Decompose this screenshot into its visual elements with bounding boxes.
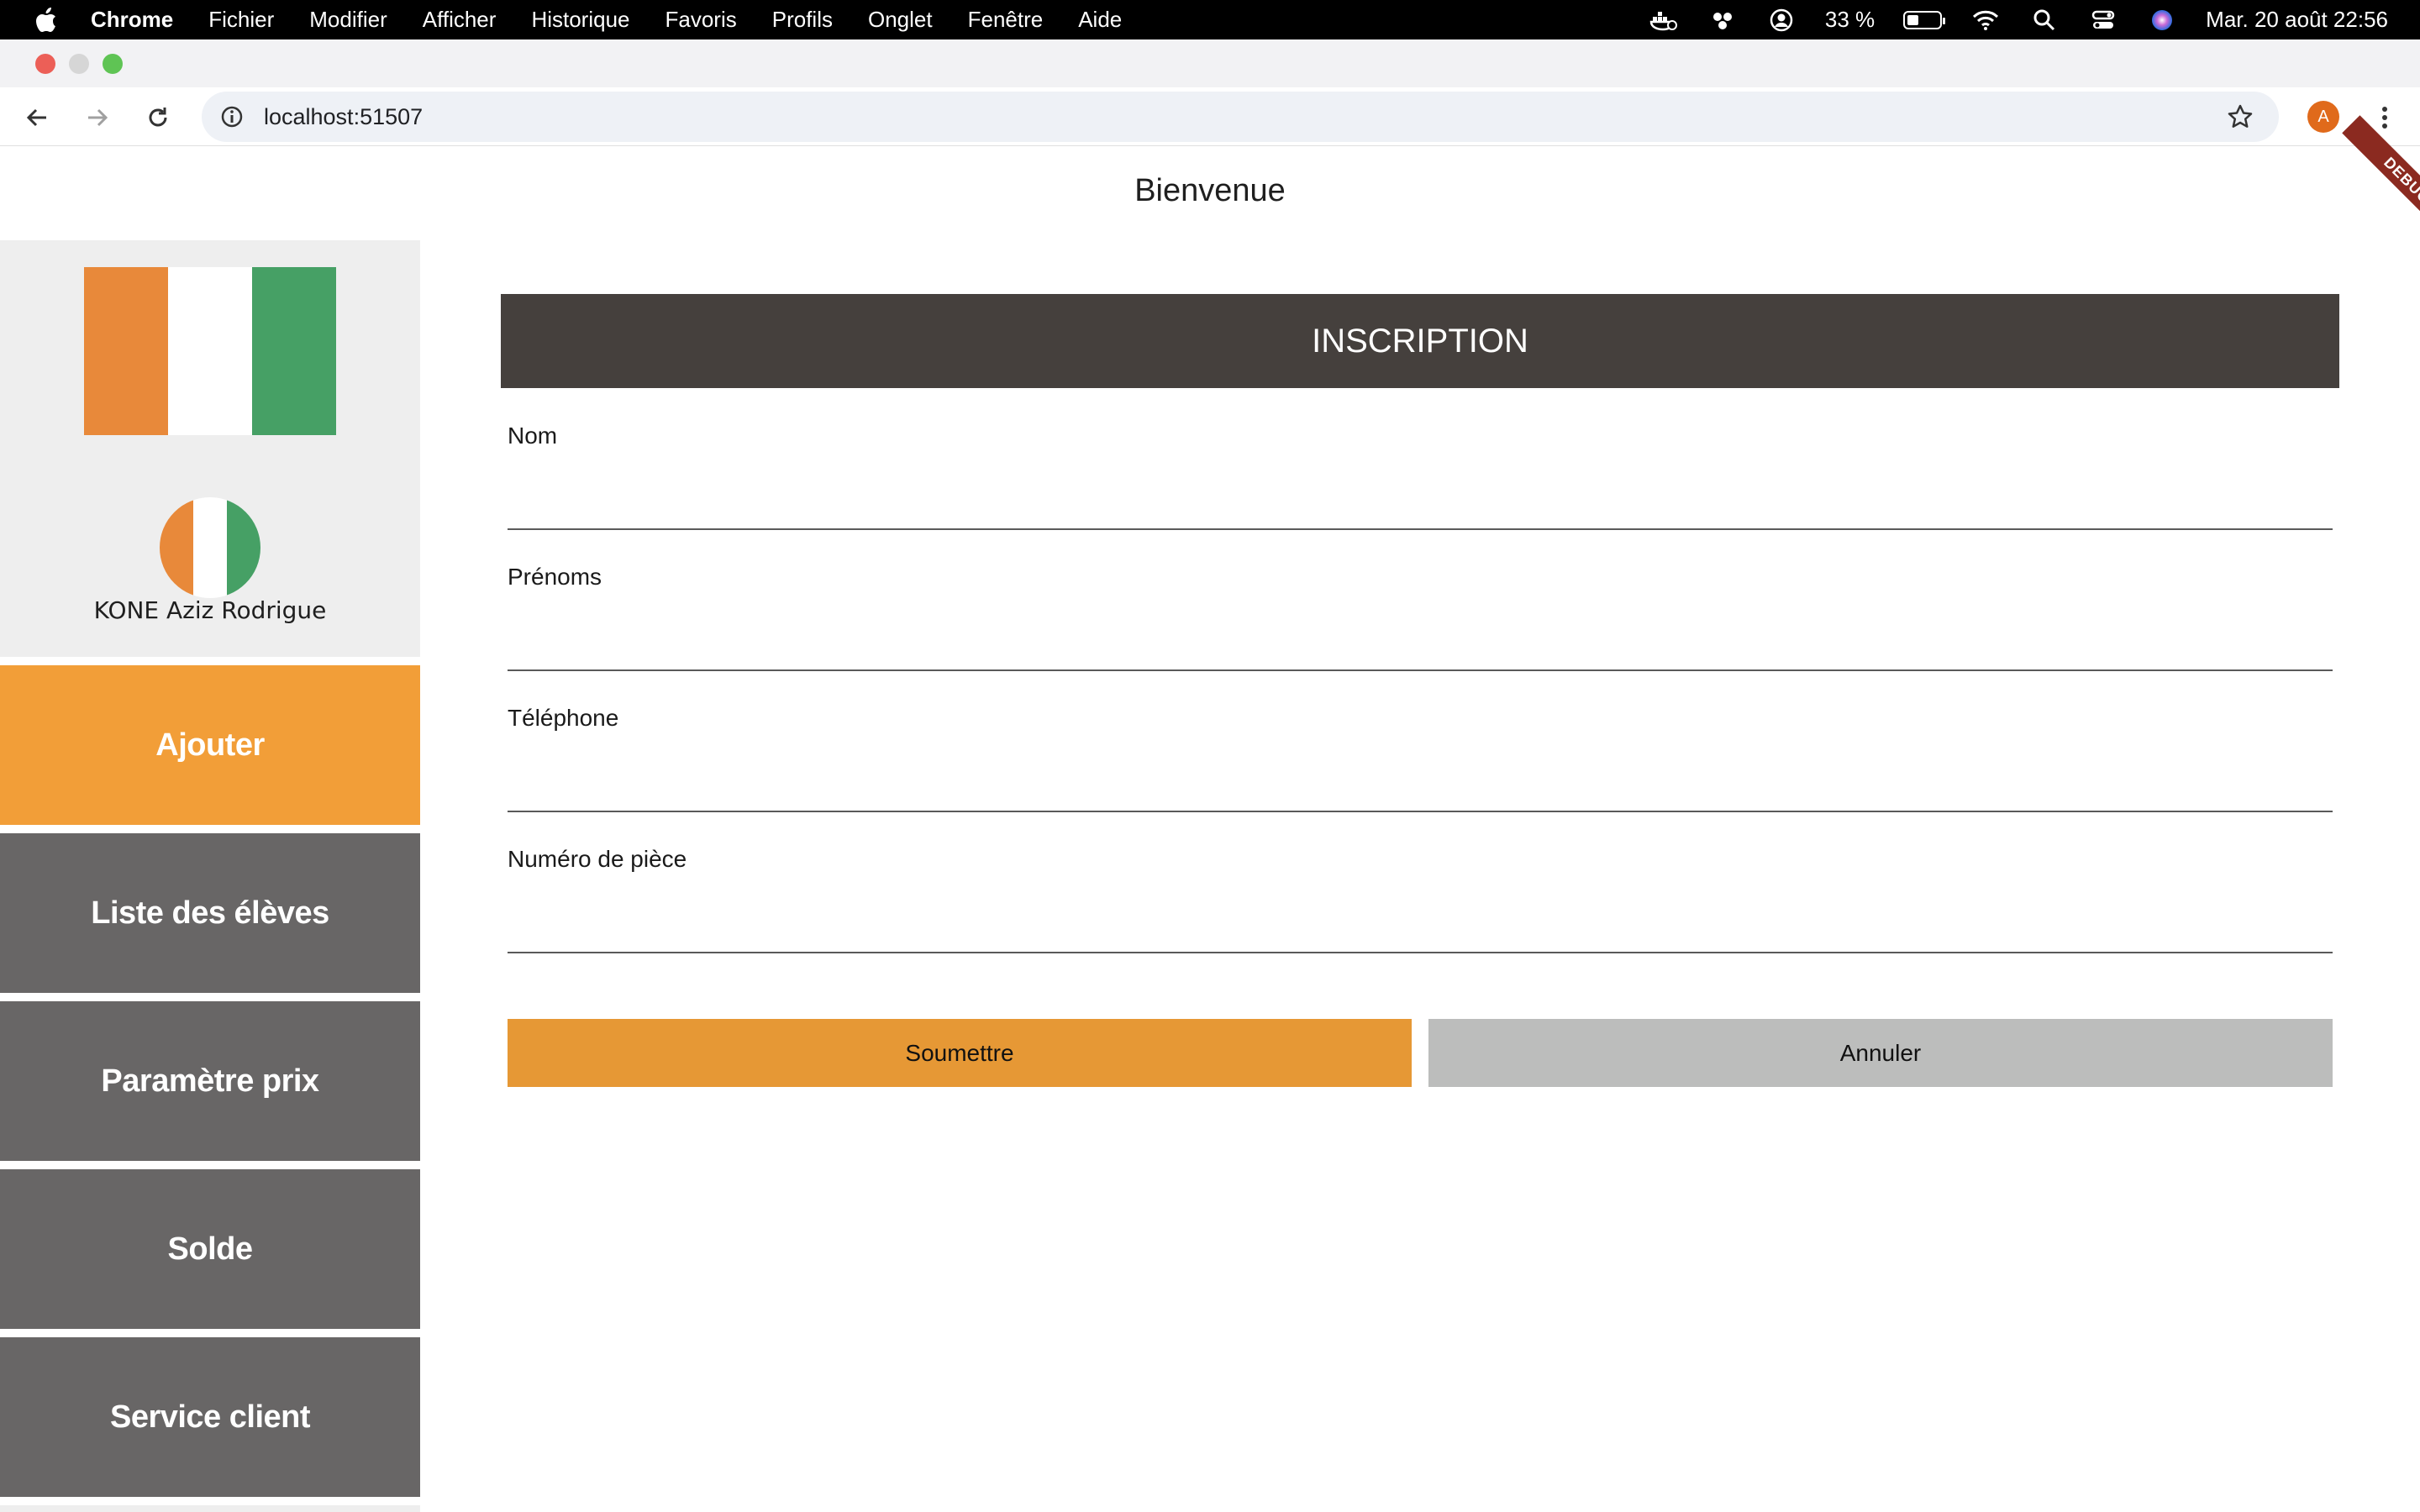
menu-fenetre[interactable]: Fenêtre (968, 7, 1044, 33)
sidebar-footer (0, 1505, 420, 1512)
apple-icon[interactable] (34, 7, 59, 34)
window-close-button[interactable] (35, 54, 55, 74)
nav-parametre-prix[interactable]: Paramètre prix (0, 1001, 420, 1161)
bookmark-star-icon[interactable] (2225, 102, 2255, 132)
flag-image (84, 267, 336, 435)
wifi-icon[interactable] (1970, 8, 2001, 33)
sidebar-profile-header: KONE Aziz Rodrigue (0, 240, 420, 657)
siri-icon[interactable] (2147, 8, 2177, 33)
extension-icon[interactable] (1707, 8, 1738, 33)
nav-solde[interactable]: Solde (0, 1169, 420, 1329)
cancel-button[interactable]: Annuler (1428, 1019, 2333, 1087)
url-text[interactable]: localhost:51507 (264, 104, 423, 130)
reload-icon[interactable] (141, 101, 175, 134)
menu-aide[interactable]: Aide (1078, 7, 1122, 33)
battery-percent: 33 % (1824, 7, 1876, 32)
field-telephone: Téléphone (508, 705, 2333, 814)
spotlight-search-icon[interactable] (2029, 8, 2060, 33)
field-nom: Nom (508, 423, 2333, 532)
field-label: Nom (508, 423, 558, 449)
prenoms-input[interactable] (508, 597, 2333, 671)
menu-onglet[interactable]: Onglet (868, 7, 933, 33)
field-numero-piece: Numéro de pièce (508, 846, 2333, 955)
back-icon[interactable] (20, 101, 54, 134)
forward-icon[interactable] (81, 101, 114, 134)
menubar-clock: Mar. 20 août 22:56 (2206, 7, 2388, 32)
browser-toolbar: localhost:51507 A (0, 87, 2420, 146)
nav-ajouter[interactable]: Ajouter (0, 665, 420, 825)
user-account-icon[interactable] (1766, 8, 1797, 33)
numero-piece-input[interactable] (508, 879, 2333, 953)
telephone-input[interactable] (508, 738, 2333, 812)
field-label: Prénoms (508, 564, 602, 590)
profile-avatar[interactable]: A (2307, 101, 2339, 133)
field-prenoms: Prénoms (508, 564, 2333, 673)
window-minimize-button[interactable] (69, 54, 89, 74)
avatar (160, 497, 260, 598)
menu-favoris[interactable]: Favoris (666, 7, 737, 33)
battery-icon[interactable] (1903, 10, 1946, 29)
status-area: 33 % Mar. 20 août 22:56 (1649, 0, 2388, 39)
site-info-icon[interactable] (217, 102, 247, 132)
macos-menu-bar: Chrome Fichier Modifier Afficher Histori… (0, 0, 2420, 39)
menu-historique[interactable]: Historique (531, 7, 629, 33)
window-zoom-button[interactable] (103, 54, 123, 74)
menu-fichier[interactable]: Fichier (208, 7, 274, 33)
nav-service-client[interactable]: Service client (0, 1337, 420, 1497)
menu-modifier[interactable]: Modifier (309, 7, 387, 33)
field-label: Téléphone (508, 705, 619, 731)
menu-app-name[interactable]: Chrome (91, 7, 173, 33)
docker-icon[interactable] (1649, 8, 1679, 33)
browser-tab-strip (0, 39, 2420, 87)
menu-afficher[interactable]: Afficher (423, 7, 497, 33)
address-bar[interactable]: localhost:51507 (202, 92, 2279, 142)
form-header: INSCRIPTION (501, 294, 2339, 388)
user-name: KONE Aziz Rodrigue (93, 596, 327, 624)
page-title: Bienvenue (1134, 173, 1286, 208)
nom-input[interactable] (508, 456, 2333, 530)
submit-button[interactable]: Soumettre (508, 1019, 1412, 1087)
nav-liste-eleves[interactable]: Liste des élèves (0, 833, 420, 993)
control-center-icon[interactable] (2088, 8, 2118, 33)
menu-profils[interactable]: Profils (772, 7, 833, 33)
field-label: Numéro de pièce (508, 846, 687, 872)
